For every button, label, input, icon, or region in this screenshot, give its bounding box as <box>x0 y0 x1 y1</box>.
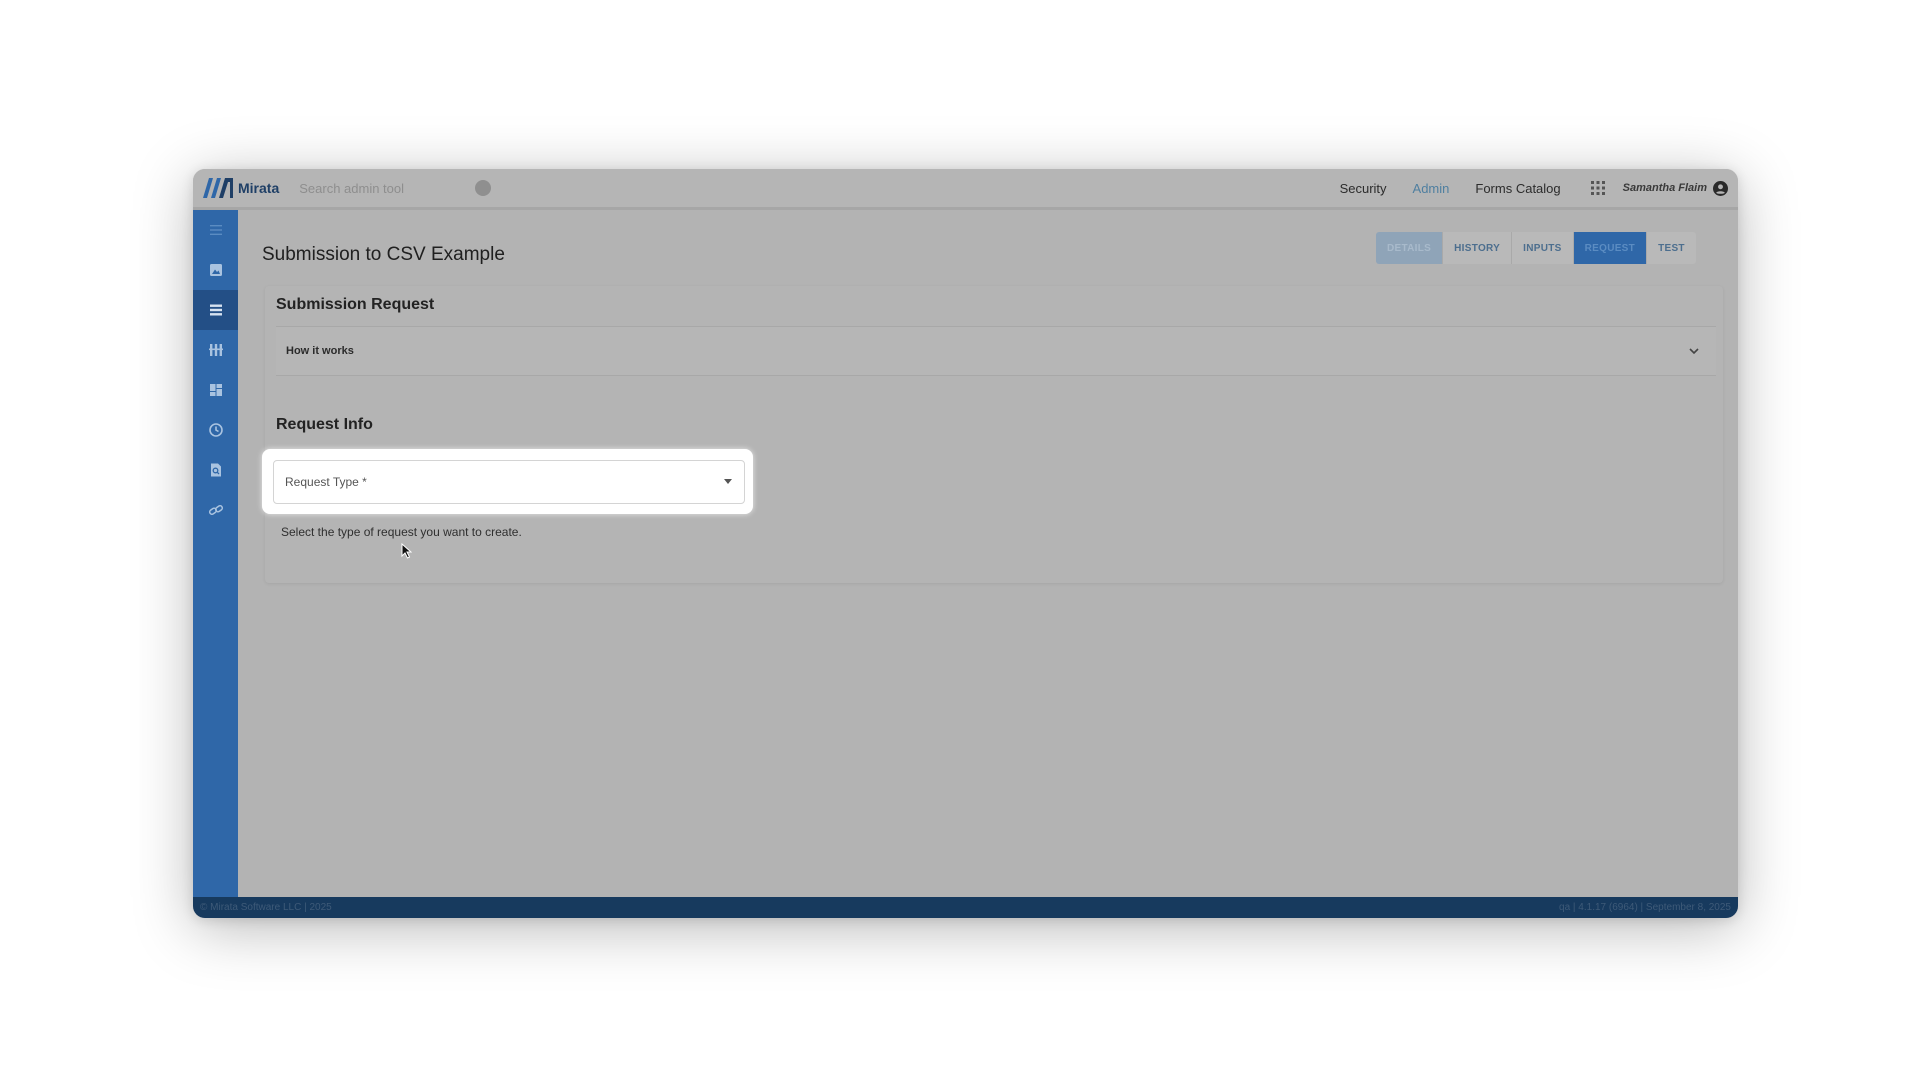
nav-forms-catalog[interactable]: Forms Catalog <box>1475 181 1560 196</box>
sidebar-item-list[interactable] <box>193 290 238 330</box>
list-icon <box>209 304 222 316</box>
search-input[interactable] <box>299 180 440 196</box>
nav-security[interactable]: Security <box>1340 181 1387 196</box>
user-name[interactable]: Samantha Flaim <box>1623 182 1707 194</box>
sidebar-item-history[interactable] <box>193 410 238 450</box>
mirata-logo-icon <box>203 178 233 198</box>
history-icon <box>208 423 223 437</box>
link-icon <box>208 505 223 515</box>
dashboard-icon <box>209 384 222 396</box>
header-nav: Security Admin Forms Catalog Samantha Fl… <box>1314 169 1738 207</box>
sidebar <box>193 210 238 897</box>
document-search-icon <box>210 463 221 477</box>
sidebar-item-document-search[interactable] <box>193 450 238 490</box>
sidebar-item-columns[interactable] <box>193 330 238 370</box>
submission-request-title: Submission Request <box>276 296 435 313</box>
sidebar-item-links[interactable] <box>193 490 238 530</box>
app-window: Mirata Security Admin Forms Catalog Sama… <box>193 169 1738 918</box>
main-content: Submission to CSV Example DETAILS HISTOR… <box>238 210 1738 897</box>
image-icon <box>209 264 222 276</box>
nav-admin[interactable]: Admin <box>1413 181 1450 196</box>
footer: © Mirata Software LLC | 2025 qa | 4.1.17… <box>193 897 1738 918</box>
how-it-works-accordion[interactable]: How it works <box>276 326 1716 376</box>
tab-details[interactable]: DETAILS <box>1376 232 1444 264</box>
accordion-label: How it works <box>286 345 354 357</box>
footer-version: qa | 4.1.17 (6964) | September 8, 2025 <box>1559 902 1731 913</box>
page-title: Submission to CSV Example <box>262 244 505 265</box>
chevron-down-icon <box>1689 348 1699 355</box>
sidebar-menu-toggle[interactable] <box>193 210 238 250</box>
footer-copyright: © Mirata Software LLC | 2025 <box>200 902 332 913</box>
sidebar-item-dashboard[interactable] <box>193 370 238 410</box>
search-clear-icon[interactable] <box>475 180 492 196</box>
request-type-label: Request Type * <box>285 475 367 489</box>
request-info-title: Request Info <box>276 416 373 433</box>
top-bar: Mirata Security Admin Forms Catalog Sama… <box>193 169 1738 210</box>
dropdown-arrow-icon <box>724 479 732 484</box>
menu-icon <box>209 225 222 235</box>
request-card: Submission Request How it works Request … <box>262 286 1723 583</box>
tab-test[interactable]: TEST <box>1647 232 1696 264</box>
apps-grid-icon[interactable] <box>1590 181 1605 195</box>
sidebar-item-images[interactable] <box>193 250 238 290</box>
brand[interactable]: Mirata <box>202 177 279 199</box>
mouse-pointer-icon <box>401 543 412 559</box>
tab-history[interactable]: HISTORY <box>1443 232 1513 264</box>
brand-name: Mirata <box>238 180 280 196</box>
request-type-helper-text: Select the type of request you want to c… <box>281 525 522 539</box>
account-circle-icon[interactable] <box>1713 180 1728 196</box>
tab-request[interactable]: REQUEST <box>1573 232 1648 264</box>
tab-bar: DETAILS HISTORY INPUTS REQUEST TEST <box>1376 232 1696 264</box>
request-type-select[interactable]: Request Type * <box>273 460 745 504</box>
spotlight-highlight: Request Type * <box>262 449 753 514</box>
columns-icon <box>208 344 223 356</box>
tab-inputs[interactable]: INPUTS <box>1512 232 1574 264</box>
